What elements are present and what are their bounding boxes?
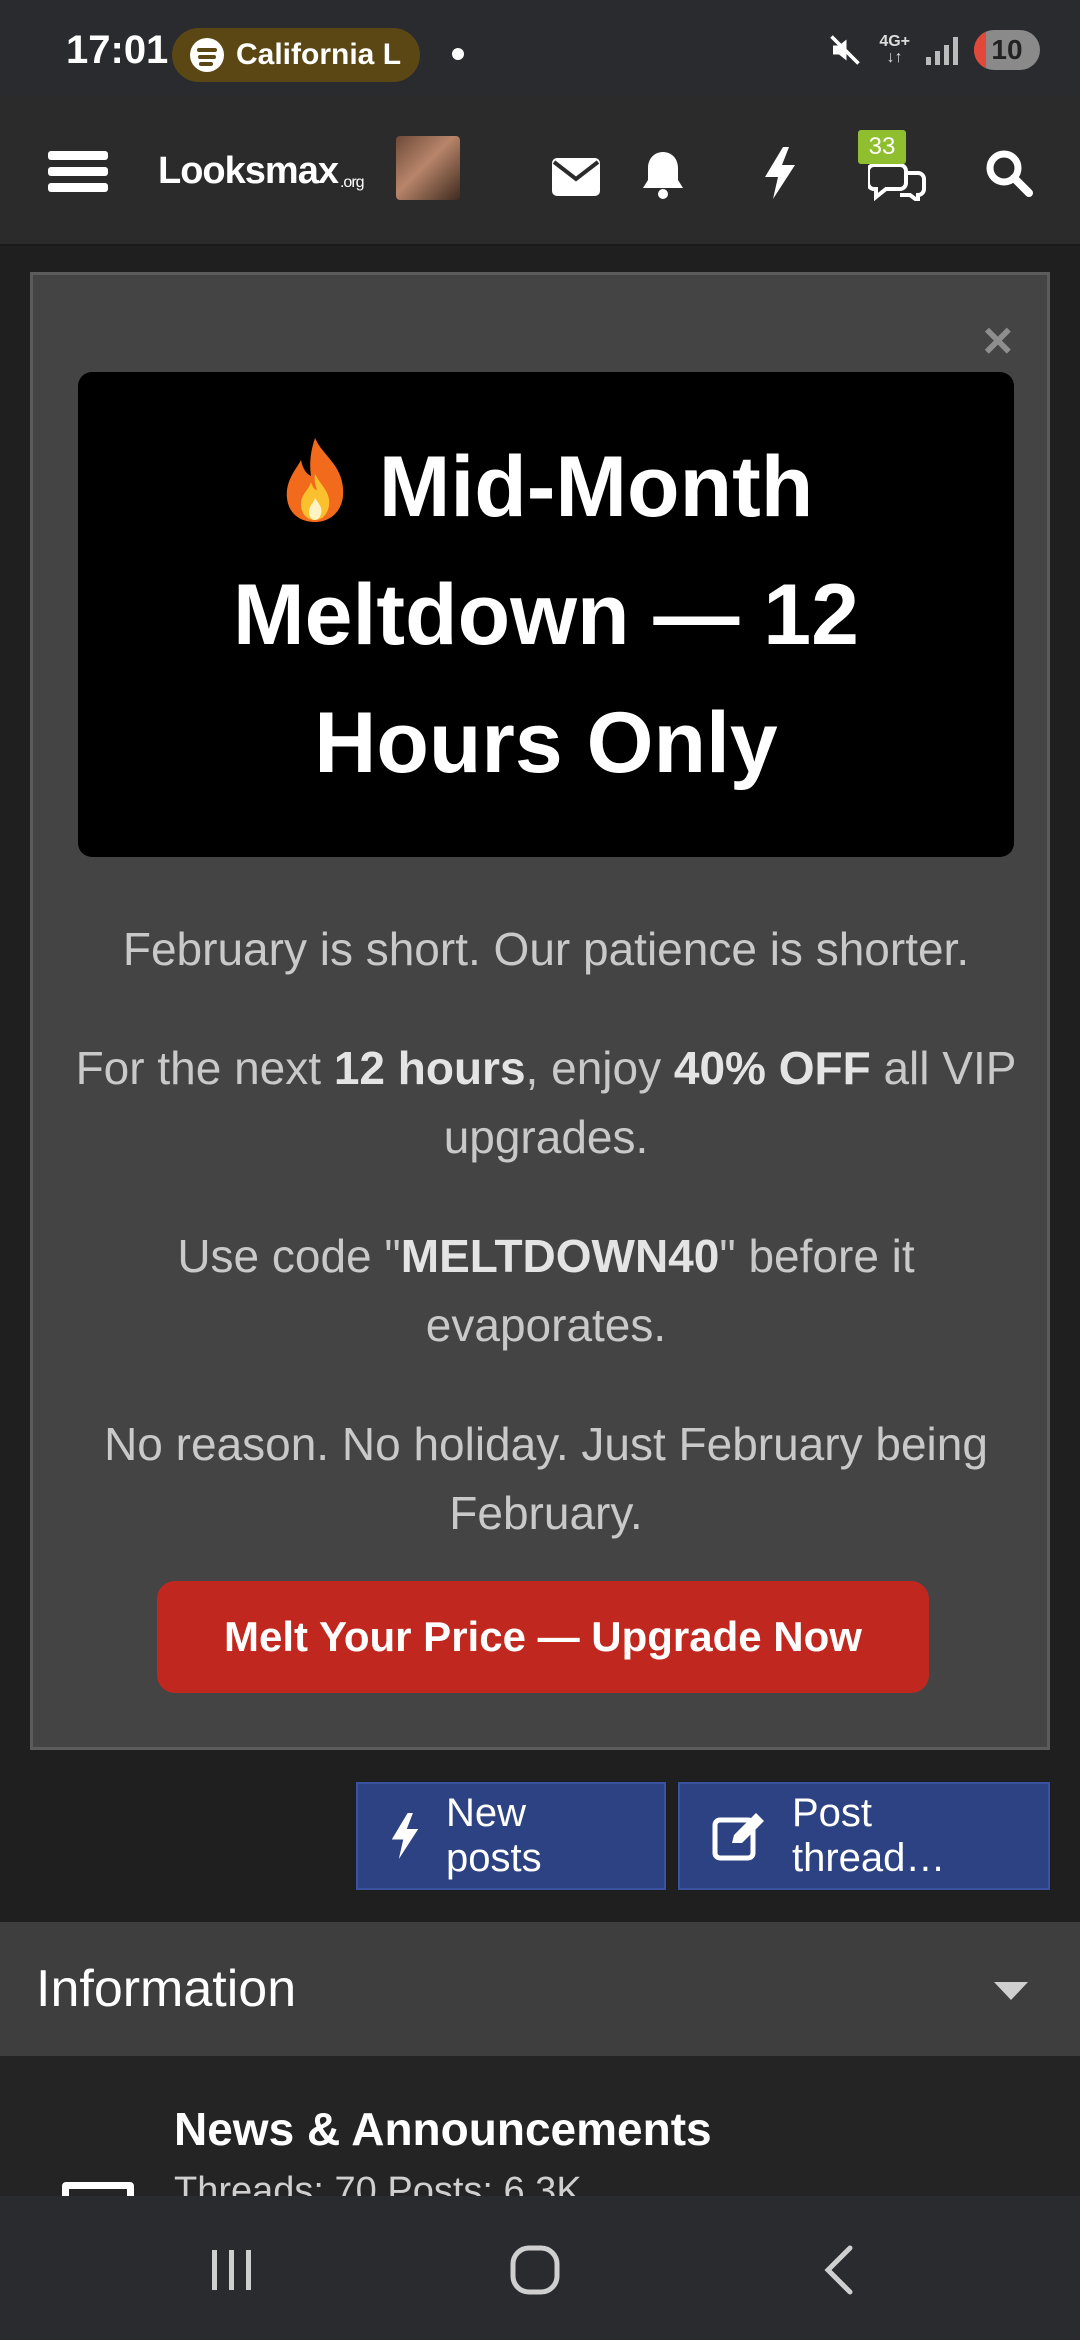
signal-icon — [926, 35, 958, 65]
network-type: 4G+ ↓↑ — [879, 33, 910, 66]
battery-indicator: 10 — [974, 30, 1040, 70]
forum-stats: Threads: 70 Posts: 6.3K — [174, 2170, 582, 2196]
user-avatar[interactable] — [396, 136, 460, 200]
lightning-icon — [391, 1813, 419, 1859]
search-icon[interactable] — [984, 138, 1034, 208]
promo-body: February is short. Our patience is short… — [73, 915, 1019, 1598]
lightning-icon[interactable] — [758, 138, 802, 208]
information-section-header[interactable]: Information — [0, 1922, 1080, 2056]
home-icon[interactable] — [508, 2240, 562, 2300]
close-icon[interactable]: × — [983, 315, 1013, 367]
promo-line: No reason. No holiday. Just February bei… — [104, 1418, 988, 1539]
status-time: 17:01 — [66, 28, 169, 72]
system-navigation — [0, 2196, 1080, 2340]
conversations-badge: 33 — [858, 130, 906, 164]
envelope-icon[interactable] — [546, 142, 606, 212]
new-posts-button[interactable]: New posts — [356, 1782, 666, 1890]
thread-actions: New posts Post thread… — [356, 1782, 1050, 1890]
section-title: Information — [36, 1960, 297, 2018]
promo-code: MELTDOWN40 — [400, 1230, 720, 1282]
post-thread-label: Post thread… — [792, 1791, 946, 1880]
site-logo[interactable]: Looksmax .org — [158, 136, 365, 206]
promo-modal: × Mid-Month Meltdown — 12 Hours Only Feb… — [30, 272, 1050, 1750]
post-thread-button[interactable]: Post thread… — [678, 1782, 1050, 1890]
forum-row[interactable]: News & Announcements Threads: 70 Posts: … — [0, 2056, 1080, 2196]
menu-icon[interactable] — [48, 136, 108, 206]
top-nav: Looksmax .org — [0, 96, 1080, 246]
forum-icon — [62, 2182, 134, 2196]
spotify-icon — [190, 38, 224, 72]
status-bar: 17:01 California L 4G+ ↓↑ 10 — [0, 0, 1080, 96]
new-posts-label: New posts — [446, 1791, 542, 1880]
mute-icon — [830, 35, 861, 65]
now-playing-pill[interactable]: California L — [172, 28, 420, 82]
notification-dot — [452, 48, 464, 60]
bell-icon[interactable] — [638, 140, 688, 210]
chevron-down-icon[interactable] — [994, 1982, 1028, 2000]
upgrade-now-button[interactable]: Melt Your Price — Upgrade Now — [157, 1581, 929, 1693]
promo-line: February is short. Our patience is short… — [122, 923, 970, 975]
promo-header: Mid-Month Meltdown — 12 Hours Only — [78, 372, 1014, 857]
promo-line: For the next 12 hours, enjoy 40% OFF all… — [75, 1042, 1017, 1163]
fire-icon — [286, 437, 343, 522]
forum-title[interactable]: News & Announcements — [174, 2102, 712, 2156]
back-icon[interactable] — [818, 2240, 858, 2300]
now-playing-text: California L — [236, 38, 402, 71]
recent-apps-icon[interactable] — [206, 2240, 258, 2300]
edit-icon — [712, 1813, 764, 1861]
promo-title: Mid-Month Meltdown — 12 Hours Only — [98, 423, 994, 807]
promo-line: Use code "MELTDOWN40" before it evaporat… — [177, 1230, 915, 1351]
